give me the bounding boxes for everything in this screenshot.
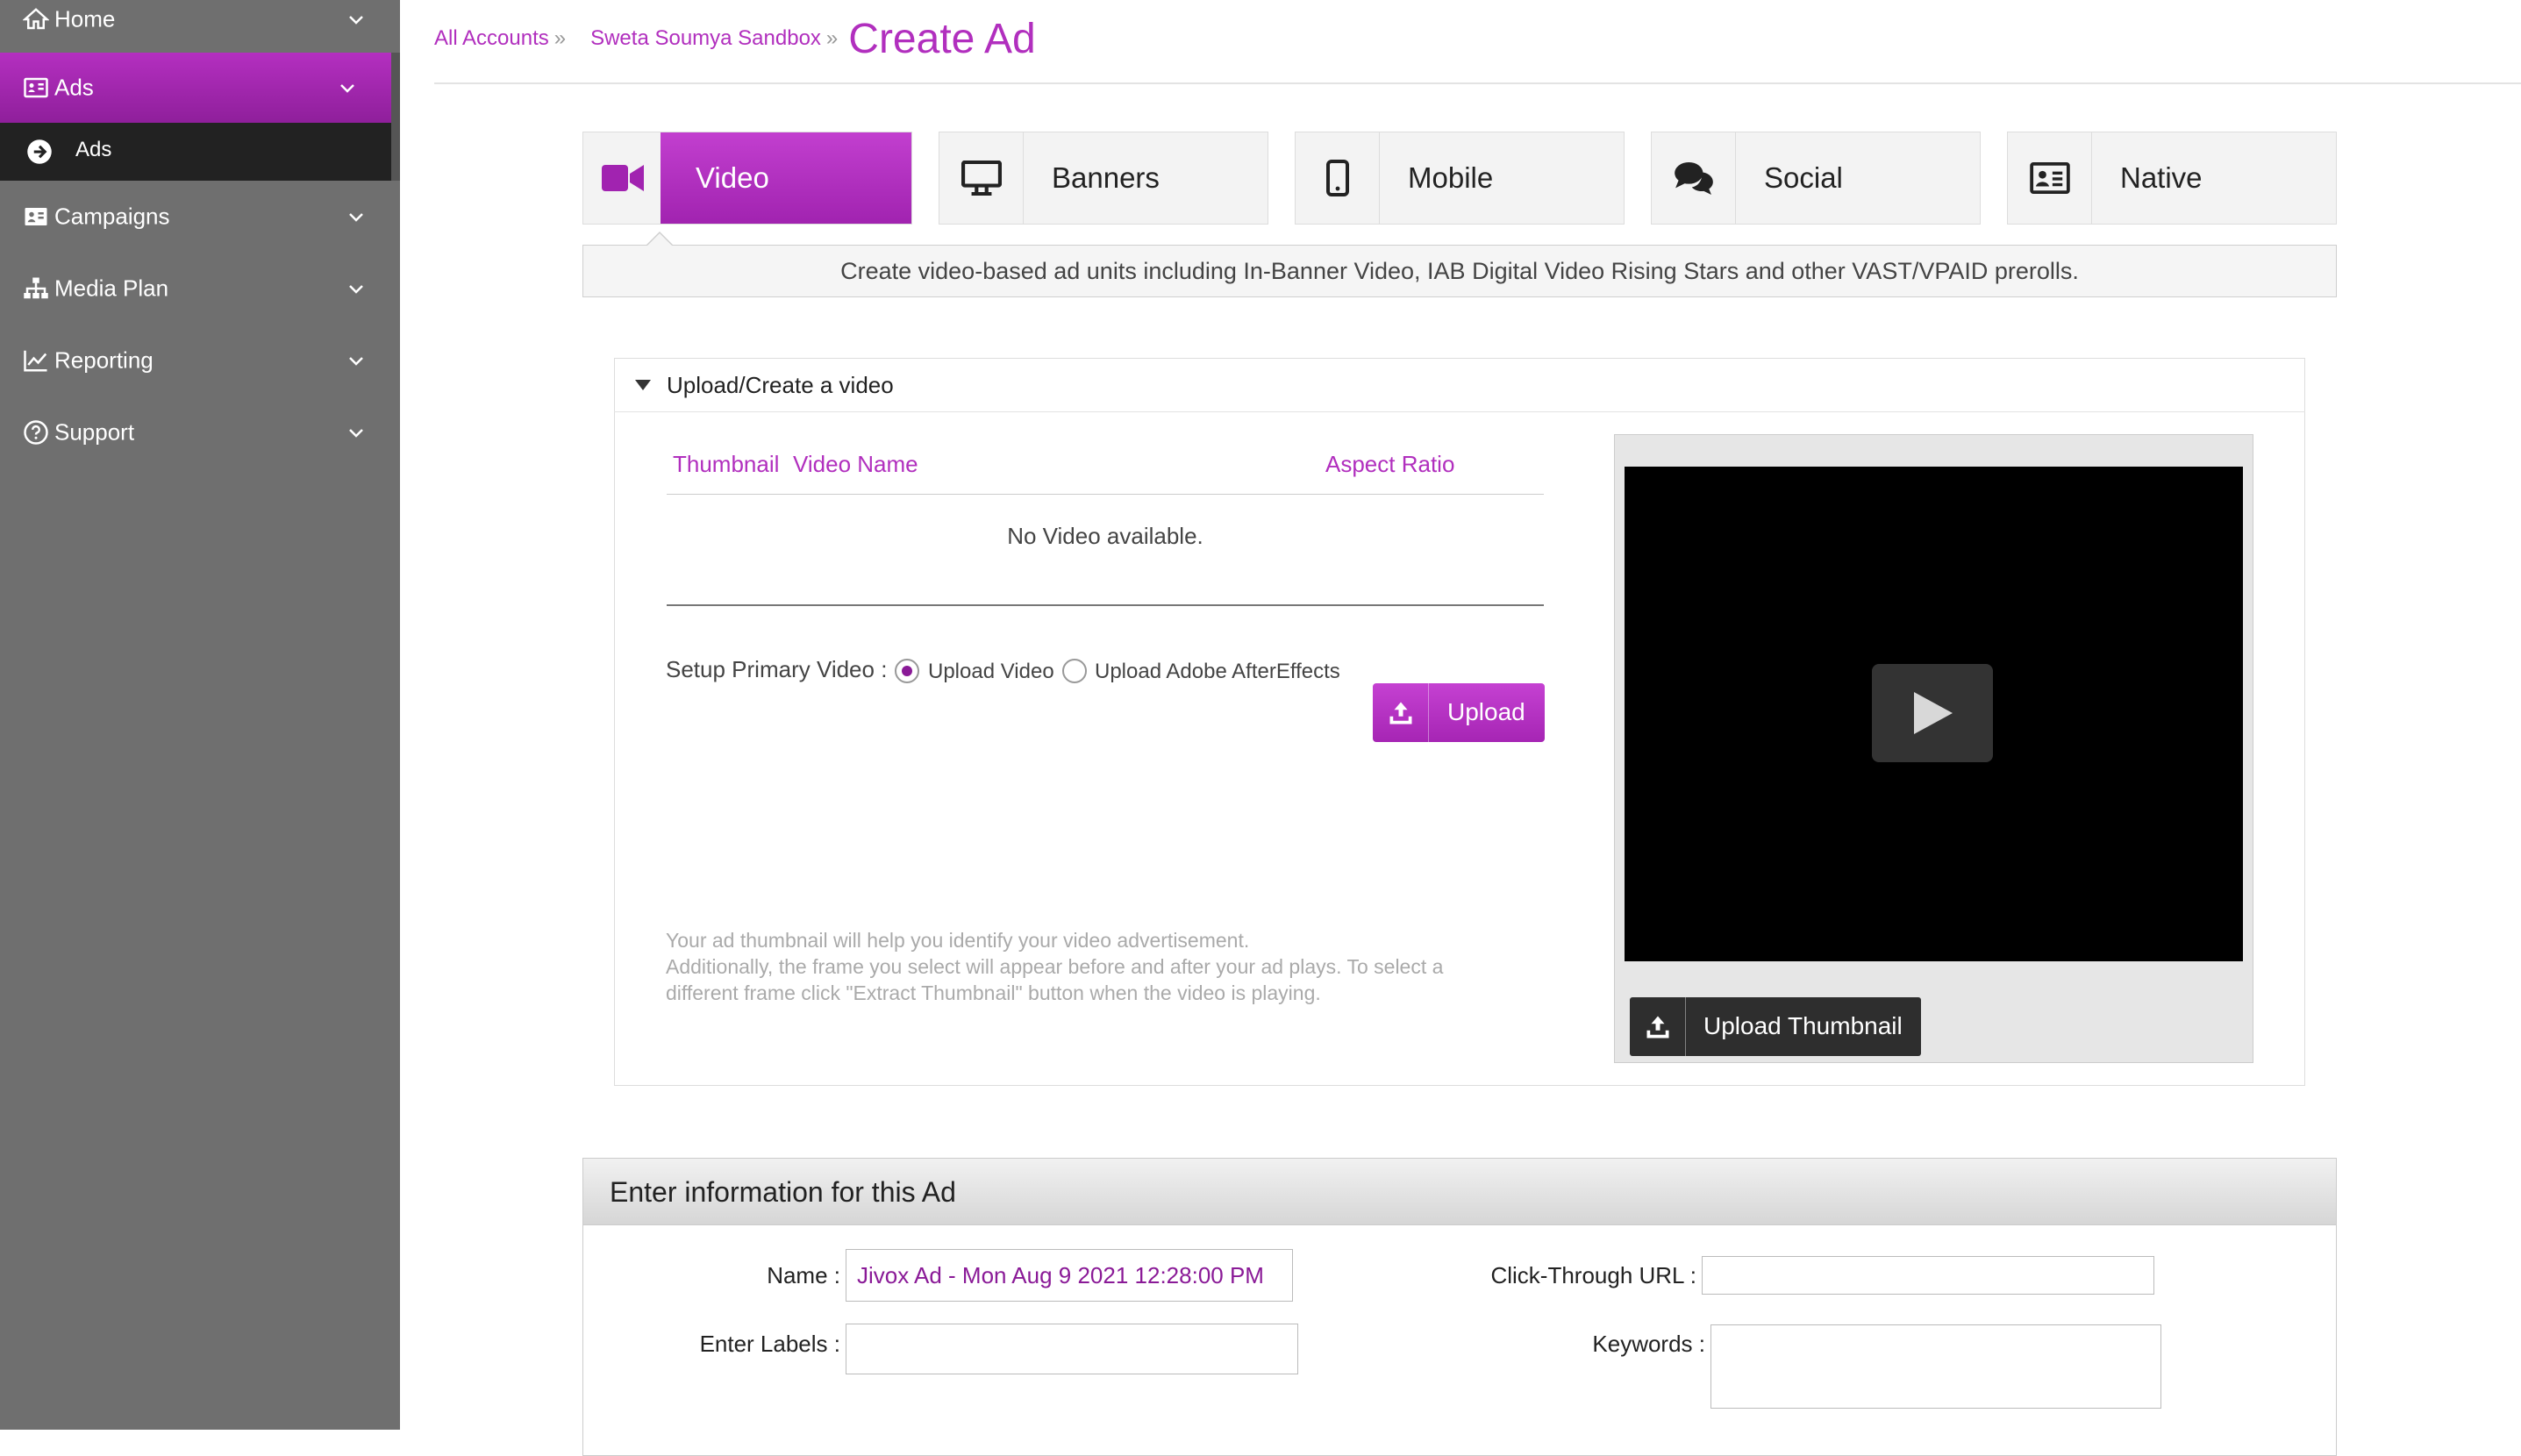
keywords-textarea[interactable] bbox=[1710, 1324, 2161, 1409]
upload-icon-box bbox=[1373, 683, 1429, 742]
tab-banners[interactable]: Banners bbox=[939, 132, 1268, 225]
question-circle-icon bbox=[24, 420, 48, 445]
sidebar-strip bbox=[391, 53, 400, 181]
sidebar-item-support[interactable]: Support bbox=[0, 397, 391, 467]
sitemap-icon bbox=[24, 277, 48, 299]
tab-label: Banners bbox=[1052, 161, 1160, 194]
sidebar-item-label: Campaigns bbox=[54, 203, 170, 230]
sidebar-item-label: Media Plan bbox=[54, 275, 169, 302]
tab-social[interactable]: Social bbox=[1651, 132, 1981, 225]
caret-down-icon bbox=[635, 380, 651, 390]
labels-input[interactable] bbox=[846, 1324, 1298, 1374]
sidebar-item-label: Home bbox=[54, 5, 116, 32]
upload-video-radio-label[interactable]: Upload Video bbox=[928, 660, 1054, 684]
breadcrumb-all-accounts[interactable]: All Accounts bbox=[434, 26, 549, 51]
tab-mobile[interactable]: Mobile bbox=[1295, 132, 1625, 225]
upload-button-label: Upload bbox=[1447, 698, 1525, 725]
sidebar-item-label: Ads bbox=[54, 74, 94, 101]
sidebar-item-label: Support bbox=[54, 418, 135, 446]
tab-label: Native bbox=[2120, 161, 2203, 194]
video-camera-icon bbox=[601, 165, 644, 191]
table-bottom-divider bbox=[667, 604, 1544, 606]
upload-panel-header[interactable]: Upload/Create a video bbox=[614, 358, 2305, 412]
tab-icon-box bbox=[1296, 132, 1380, 224]
click-through-url-label: Click-Through URL : bbox=[1490, 1262, 1696, 1288]
upload-button[interactable]: Upload bbox=[1373, 683, 1545, 742]
upload-video-radio[interactable] bbox=[895, 659, 919, 683]
chevron-down-icon bbox=[349, 16, 363, 25]
name-input[interactable] bbox=[846, 1249, 1293, 1302]
chevron-down-icon bbox=[349, 285, 363, 294]
column-header-video-name: Video Name bbox=[793, 451, 918, 477]
sidebar-item-home[interactable]: Home bbox=[0, 0, 391, 54]
tab-label: Video bbox=[696, 161, 769, 194]
sidebar-subitem-ads[interactable]: Ads bbox=[0, 123, 391, 181]
header-divider bbox=[434, 82, 2521, 84]
sidebar-item-campaigns[interactable]: Campaigns bbox=[0, 182, 391, 252]
chevron-down-icon bbox=[349, 357, 363, 366]
tab-icon-box bbox=[583, 132, 662, 224]
breadcrumb-separator: » bbox=[553, 26, 567, 50]
upload-aftereffects-radio[interactable] bbox=[1062, 659, 1087, 683]
id-card-icon bbox=[25, 208, 47, 225]
upload-thumbnail-label: Upload Thumbnail bbox=[1703, 1012, 1903, 1039]
tab-native[interactable]: Native bbox=[2007, 132, 2337, 225]
comments-icon bbox=[1674, 161, 1713, 195]
ad-info-header: Enter information for this Ad bbox=[583, 1159, 2336, 1225]
name-label: Name : bbox=[767, 1262, 840, 1288]
chevron-down-icon bbox=[349, 213, 363, 222]
setup-primary-video-label: Setup Primary Video : bbox=[666, 656, 888, 682]
breadcrumb-separator: » bbox=[825, 26, 839, 50]
upload-aftereffects-radio-label[interactable]: Upload Adobe AfterEffects bbox=[1095, 660, 1340, 684]
upload-thumbnail-button[interactable]: Upload Thumbnail bbox=[1630, 997, 1921, 1056]
upload-icon bbox=[1646, 1016, 1668, 1038]
click-through-url-input[interactable] bbox=[1702, 1256, 2154, 1295]
upload-panel-title: Upload/Create a video bbox=[667, 372, 894, 398]
home-icon bbox=[23, 8, 49, 30]
mobile-icon bbox=[1325, 160, 1349, 196]
page-title: Create Ad bbox=[848, 15, 1036, 62]
tab-icon-box bbox=[939, 132, 1024, 224]
sidebar-subitem-label: Ads bbox=[75, 138, 112, 161]
description-pointer-fill bbox=[647, 233, 672, 246]
monitor-icon bbox=[961, 161, 1002, 196]
sidebar-item-media-plan[interactable]: Media Plan bbox=[0, 253, 391, 324]
keywords-label: Keywords : bbox=[1592, 1331, 1705, 1357]
table-header-divider bbox=[667, 494, 1544, 495]
line-chart-icon bbox=[24, 350, 47, 372]
help-line: different frame click "Extract Thumbnail… bbox=[666, 981, 1321, 1004]
column-header-thumbnail: Thumbnail bbox=[673, 451, 780, 477]
tab-description: Create video-based ad units including In… bbox=[582, 245, 2337, 297]
tab-label: Mobile bbox=[1408, 161, 1494, 194]
sidebar-item-label: Reporting bbox=[54, 346, 154, 374]
help-line: Additionally, the frame you select will … bbox=[666, 955, 1444, 978]
upload-icon-box bbox=[1630, 997, 1686, 1056]
chevron-down-icon bbox=[340, 84, 354, 93]
breadcrumb: All Accounts » Sweta Soumya Sandbox » Cr… bbox=[434, 12, 1036, 65]
id-card-icon bbox=[24, 77, 48, 98]
empty-table-message: No Video available. bbox=[1007, 523, 1203, 549]
sidebar-item-reporting[interactable]: Reporting bbox=[0, 325, 391, 396]
labels-label: Enter Labels : bbox=[699, 1331, 840, 1357]
upload-icon bbox=[1389, 702, 1411, 724]
tab-video[interactable]: Video bbox=[582, 132, 912, 225]
play-icon bbox=[1914, 692, 1953, 734]
chevron-down-icon bbox=[349, 429, 363, 438]
breadcrumb-sandbox[interactable]: Sweta Soumya Sandbox bbox=[590, 26, 821, 51]
tab-icon-box bbox=[1652, 132, 1736, 224]
tab-label: Social bbox=[1764, 161, 1843, 194]
column-header-aspect-ratio: Aspect Ratio bbox=[1325, 451, 1455, 477]
sidebar-item-ads[interactable]: Ads bbox=[0, 53, 391, 123]
thumbnail-help-text: Your ad thumbnail will help you identify… bbox=[666, 927, 1443, 1006]
tab-icon-box bbox=[2008, 132, 2092, 224]
ad-info-title: Enter information for this Ad bbox=[610, 1176, 956, 1208]
id-card-icon bbox=[2029, 162, 2070, 194]
arrow-circle-right-icon bbox=[27, 139, 52, 164]
help-line: Your ad thumbnail will help you identify… bbox=[666, 929, 1250, 952]
play-button[interactable] bbox=[1872, 664, 1993, 762]
